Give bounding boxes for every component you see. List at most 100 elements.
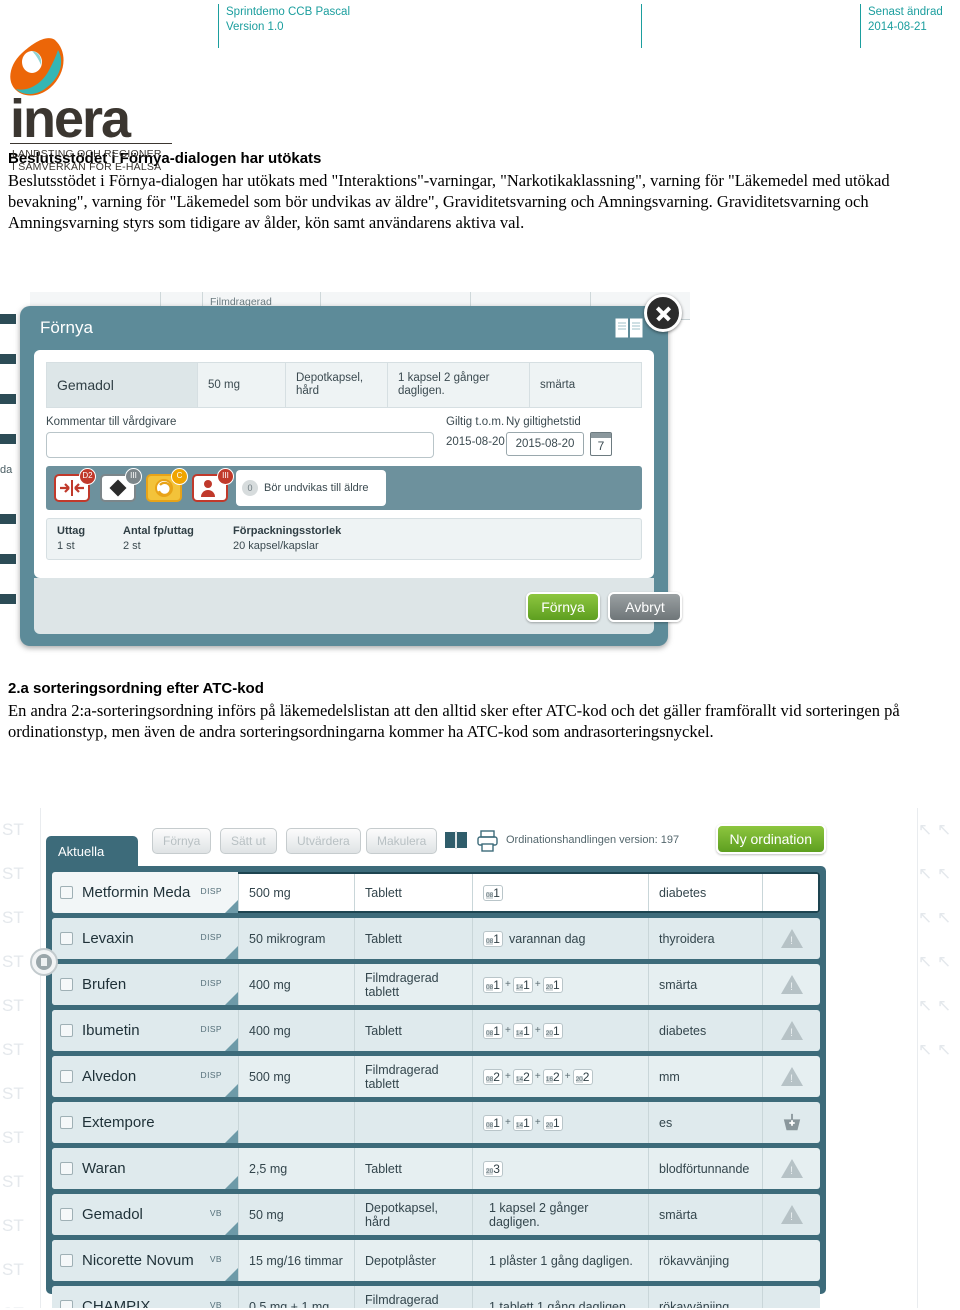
warning-triangle-icon[interactable] xyxy=(780,975,803,994)
row-checkbox[interactable] xyxy=(60,1208,73,1221)
extended-monitoring-icon[interactable]: C xyxy=(146,468,188,502)
scroll-handle[interactable] xyxy=(30,948,58,976)
book-icon[interactable] xyxy=(614,316,644,340)
form-cell: Depotkapsel, hård xyxy=(354,1194,472,1235)
toolbar-satt-ut-button[interactable]: Sätt ut xyxy=(220,828,277,854)
table-row[interactable]: Gemadol VB 50 mg Depotkapsel, hård 1 kapsel … xyxy=(52,1194,820,1235)
table-row[interactable]: Levaxin DISP 50 mikrogram Tablett 081 varanna… xyxy=(52,918,820,959)
indication-cell: mm xyxy=(648,1056,762,1097)
dosage-cell: 081 xyxy=(472,872,648,913)
row-checkbox[interactable] xyxy=(60,1162,73,1175)
comment-input[interactable] xyxy=(46,432,434,458)
dosage-cell: 1 plåster 1 gång dagligen. xyxy=(472,1240,648,1281)
dose-box: 081 xyxy=(483,1114,503,1131)
fornya-dialog: Förnya Gemadol 50 mg Depotkapsel, hård 1… xyxy=(20,294,682,646)
row-name-cell: CHAMPIX VB xyxy=(52,1286,238,1308)
mortar-pestle-icon[interactable] xyxy=(781,1113,803,1133)
new-validity-input[interactable]: 2015-08-20 xyxy=(506,432,584,456)
dosage-cell: 082 +142 +162 +202 xyxy=(472,1056,648,1097)
form-cell: Filmdragerad tablett xyxy=(354,964,472,1005)
row-checkbox[interactable] xyxy=(60,1116,73,1129)
dispensing-tag: DISP xyxy=(200,932,222,942)
book-icon[interactable] xyxy=(444,830,468,850)
narcotics-icon[interactable]: III xyxy=(100,468,142,502)
warning-triangle-icon[interactable] xyxy=(780,1021,803,1040)
indication-cell: diabetes xyxy=(648,872,762,913)
antal-value: 2 st xyxy=(123,540,141,552)
toolbar-utvardera-button[interactable]: Utvärdera xyxy=(286,828,361,854)
dialog-body: Gemadol 50 mg Depotkapsel, hård 1 kapsel… xyxy=(34,350,654,578)
row-name-cell: Levaxin DISP xyxy=(52,918,238,959)
table-row[interactable]: Ibumetin DISP 400 mg Tablett 081 +141 +201 diab… xyxy=(52,1010,820,1051)
dose-box: 162 xyxy=(542,1068,563,1085)
indication-cell: rökavvänjing xyxy=(648,1286,762,1308)
inera-wordmark: inera xyxy=(10,89,131,149)
row-corner-marker xyxy=(225,992,238,1005)
table-row[interactable]: Waran 2,5 mg Tablett 203 blodförtunnande xyxy=(52,1148,820,1189)
medication-name: Waran xyxy=(82,1159,126,1177)
table-row[interactable]: CHAMPIX VB 0,5 mg + 1 mgFilmdragerad table… xyxy=(52,1286,820,1308)
row-corner-marker xyxy=(225,1084,238,1097)
table-row[interactable]: Nicorette Novum VB 15 mg/16 timmar Depotplå… xyxy=(52,1240,820,1281)
row-checkbox[interactable] xyxy=(60,886,73,899)
indication-cell: rökavvänjing xyxy=(648,1240,762,1281)
fornya-cancel-button[interactable]: Avbryt xyxy=(608,592,682,622)
dose-qty: 1 xyxy=(523,1115,530,1130)
row-checkbox[interactable] xyxy=(60,932,73,945)
warning-cell xyxy=(762,1010,820,1051)
dose-plus: + xyxy=(505,978,511,990)
dose-qty: 1 xyxy=(493,977,500,992)
medication-name: Alvedon xyxy=(82,1067,137,1085)
dosage-cell: 081 varannan dag xyxy=(472,918,648,959)
indication-cell: es xyxy=(648,1102,762,1143)
row-checkbox[interactable] xyxy=(60,1024,73,1037)
dose-time: 16 xyxy=(545,1075,553,1083)
printer-icon[interactable] xyxy=(476,830,500,852)
toolbar-makulera-button[interactable]: Makulera xyxy=(366,828,438,854)
warning-triangle-icon[interactable] xyxy=(780,929,803,948)
table-row[interactable]: Extempore 081 +141 +201 es xyxy=(52,1102,820,1143)
interaction-icon[interactable]: D2 xyxy=(54,468,96,502)
elderly-warning-icon[interactable]: III xyxy=(192,468,234,502)
section2-body: En andra 2:a-sorteringsordning införs på… xyxy=(8,701,900,741)
form-cell: Tablett xyxy=(354,918,472,959)
tab-aktuella[interactable]: Aktuella xyxy=(46,836,138,866)
table-row[interactable]: Brufen DISP 400 mg Filmdragerad tablett 081 +… xyxy=(52,964,820,1005)
changed-date: 2014-08-21 xyxy=(868,21,927,33)
table-row[interactable]: Metformin Meda DISP 500 mg Tablett 081 diabet… xyxy=(52,872,820,913)
inera-tagline: LANDSTING OCH REGIONER I SAMVERKAN FÖR E… xyxy=(12,148,162,173)
medication-form: Depotkapsel, hård xyxy=(285,363,387,407)
dose-box: 201 xyxy=(542,976,563,993)
elderly-badge: III xyxy=(217,468,234,485)
dose-box: 081 xyxy=(483,1022,503,1039)
table-row[interactable]: Alvedon DISP 500 mg Filmdragerad tablett 082… xyxy=(52,1056,820,1097)
section2-title: 2.a sorteringsordning efter ATC-kod xyxy=(8,680,264,697)
row-corner-marker xyxy=(225,1130,238,1143)
warning-triangle-icon[interactable] xyxy=(780,1205,803,1224)
warning-triangle-icon[interactable] xyxy=(780,1159,803,1178)
dosage-cell: 081 +141 +201 xyxy=(472,964,648,1005)
avoid-elderly-note: 0 Bör undvikas till äldre xyxy=(236,470,386,506)
ny-ordination-button[interactable]: Ny ordination xyxy=(715,824,826,854)
row-checkbox[interactable] xyxy=(60,978,73,991)
narcotics-badge: III xyxy=(125,468,142,485)
row-name-cell: Extempore xyxy=(52,1102,238,1143)
fornya-confirm-button[interactable]: Förnya xyxy=(526,592,600,622)
strength-cell xyxy=(238,1102,354,1143)
dose-qty: 1 xyxy=(493,885,500,900)
medication-dosage: 1 kapsel 2 gånger dagligen. xyxy=(387,363,529,407)
row-checkbox[interactable] xyxy=(60,1254,73,1267)
close-icon[interactable] xyxy=(644,294,682,332)
calendar-icon[interactable]: 7 xyxy=(590,432,612,456)
dosage-cell: 1 tablett 1 gång dagligen. xyxy=(472,1286,648,1308)
warning-strip: D2 III C III 0 Bör undvikas till äldre xyxy=(46,466,642,510)
warning-triangle-icon[interactable] xyxy=(780,1067,803,1086)
toolbar-fornya-button[interactable]: Förnya xyxy=(152,828,212,854)
form-cell: Tablett xyxy=(354,872,472,913)
row-checkbox[interactable] xyxy=(60,1300,73,1308)
row-checkbox[interactable] xyxy=(60,1070,73,1083)
row-corner-marker xyxy=(225,946,238,959)
dose-plus: + xyxy=(505,1070,511,1082)
medication-table: Metformin Meda DISP 500 mg Tablett 081 diabet… xyxy=(46,866,826,1308)
warning-cell xyxy=(762,1148,820,1189)
